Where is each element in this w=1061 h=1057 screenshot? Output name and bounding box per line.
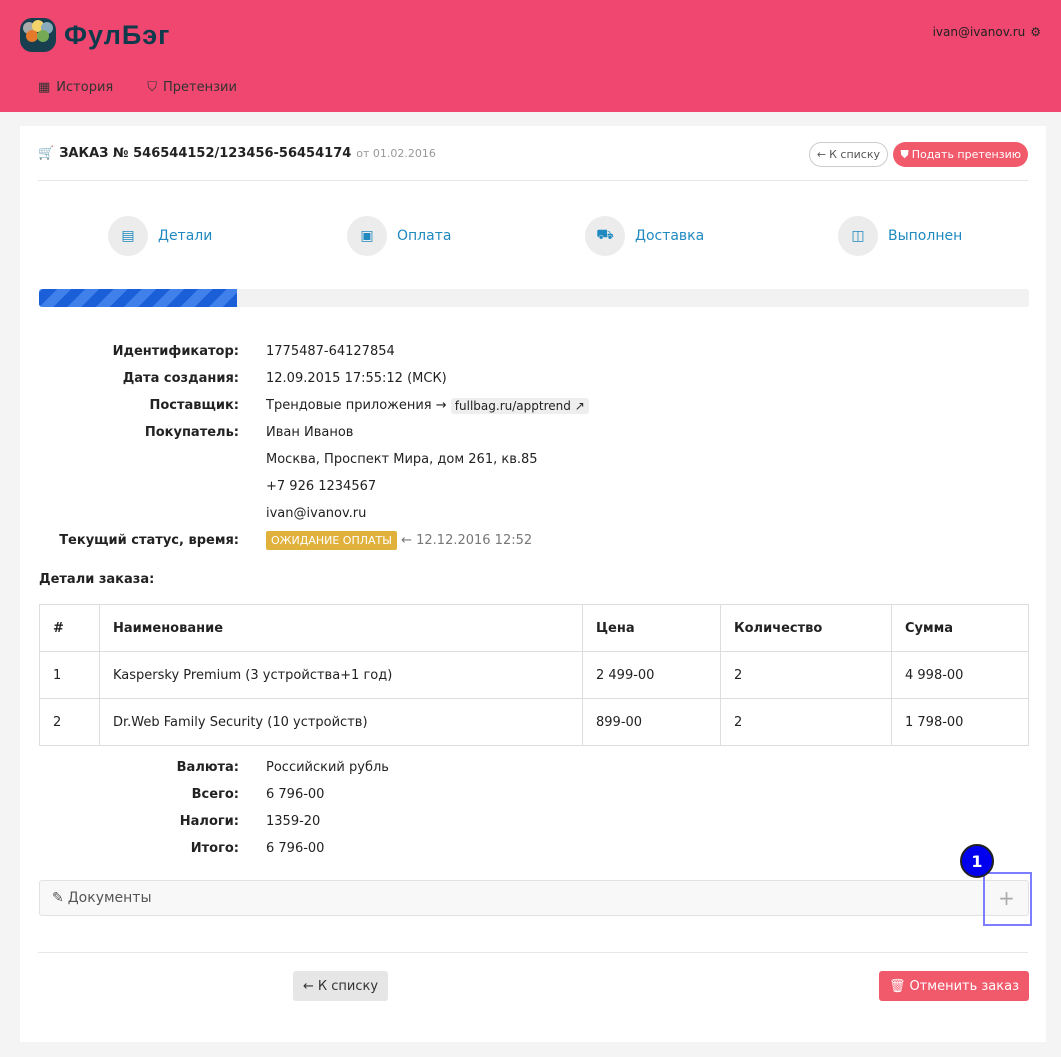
buyer-name: Иван Иванов bbox=[266, 425, 353, 440]
step-delivery[interactable]: ⛟ Доставка bbox=[585, 216, 704, 256]
column-header: # bbox=[40, 605, 100, 652]
field-label: Текущий статус, время: bbox=[20, 533, 266, 548]
shield-icon: ⛊ bbox=[900, 148, 908, 162]
field-label: Итого: bbox=[20, 841, 266, 856]
step-payment[interactable]: ▣ Оплата bbox=[347, 216, 451, 256]
cell: 2 bbox=[721, 699, 892, 746]
step-label: Детали bbox=[158, 228, 212, 244]
user-email: ivan@ivanov.ru bbox=[933, 25, 1026, 39]
order-items-table: #НаименованиеЦенаКоличествоСумма 1Kasper… bbox=[39, 604, 1029, 746]
step-label: Оплата bbox=[397, 228, 451, 244]
column-header: Количество bbox=[721, 605, 892, 652]
tax: 1359-20 bbox=[266, 814, 320, 829]
logo[interactable]: ФулБэг bbox=[20, 18, 170, 52]
documents-label: Документы bbox=[68, 890, 152, 906]
column-header: Цена bbox=[583, 605, 721, 652]
cell: 4 998-00 bbox=[892, 652, 1029, 699]
progress-fill bbox=[39, 289, 237, 307]
buyer-address: Москва, Проспект Мира, дом 261, кв.85 bbox=[266, 452, 538, 467]
brand-name: ФулБэг bbox=[64, 20, 170, 51]
calendar-icon: ▦ bbox=[38, 80, 50, 95]
file-claim-button[interactable]: ⛊ Подать претензию bbox=[893, 142, 1028, 167]
step-details[interactable]: ▤ Детали bbox=[108, 216, 212, 256]
order-progress-bar bbox=[39, 289, 1029, 307]
edit-icon: ✎ bbox=[52, 890, 64, 906]
grand-total: 6 796-00 bbox=[266, 841, 324, 856]
order-info: Идентификатор:1775487-64127854 Дата созд… bbox=[20, 338, 620, 554]
cash-register-icon: ▣ bbox=[347, 216, 387, 256]
arrow-left-icon: ← bbox=[817, 148, 826, 161]
box-icon: ◫ bbox=[838, 216, 878, 256]
button-label: Подать претензию bbox=[912, 148, 1021, 161]
field-label: Покупатель: bbox=[20, 425, 266, 440]
cancel-order-button[interactable]: 🗑Отменить заказ bbox=[879, 971, 1029, 1001]
currency: Российский рубль bbox=[266, 760, 389, 775]
annotation-marker: 1 bbox=[960, 844, 994, 878]
status-time: ← 12.12.2016 12:52 bbox=[401, 533, 532, 548]
subtotal: 6 796-00 bbox=[266, 787, 324, 802]
top-bar: ФулБэг ivan@ivanov.ru ⚙ ▦ История ⛉ Претенз… bbox=[0, 0, 1061, 112]
field-label: Дата создания: bbox=[20, 371, 266, 386]
cell: 2 499-00 bbox=[583, 652, 721, 699]
field-label: Поставщик: bbox=[20, 398, 266, 413]
supplier: Трендовые приложения → bbox=[266, 398, 447, 413]
cell: 1 798-00 bbox=[892, 699, 1029, 746]
divider bbox=[38, 952, 1028, 953]
field-label: Валюта: bbox=[20, 760, 266, 775]
highlight-box bbox=[983, 872, 1032, 926]
cart-icon: 🛒 bbox=[38, 146, 54, 161]
button-label: К списку bbox=[829, 148, 880, 161]
field-label: Идентификатор: bbox=[20, 344, 266, 359]
shield-icon: ⛉ bbox=[147, 80, 157, 95]
field-label: Всего: bbox=[20, 787, 266, 802]
external-link-icon: ↗ bbox=[575, 399, 585, 413]
trash-icon: 🗑 bbox=[889, 979, 906, 994]
column-header: Наименование bbox=[100, 605, 583, 652]
gear-icon[interactable]: ⚙ bbox=[1030, 25, 1041, 39]
cell: 899-00 bbox=[583, 699, 721, 746]
cell: 2 bbox=[40, 699, 100, 746]
column-header: Сумма bbox=[892, 605, 1029, 652]
table-row: 2Dr.Web Family Security (10 устройств)89… bbox=[40, 699, 1029, 746]
status-badge: ОЖИДАНИЕ ОПЛАТЫ bbox=[266, 531, 397, 550]
documents-panel[interactable]: ✎Документы + bbox=[39, 880, 1029, 916]
back-to-list-footer-button[interactable]: ← К списку bbox=[293, 971, 388, 1001]
step-label: Выполнен bbox=[888, 228, 962, 244]
buyer-email: ivan@ivanov.ru bbox=[266, 506, 366, 521]
created-date: 12.09.2015 17:55:12 (МСК) bbox=[266, 371, 447, 386]
button-label: К списку bbox=[318, 979, 378, 994]
nav-claims[interactable]: ⛉ Претензии bbox=[147, 80, 237, 95]
back-to-list-button[interactable]: ←К списку bbox=[809, 142, 888, 167]
field-label: Налоги: bbox=[20, 814, 266, 829]
order-number: ЗАКАЗ № 546544152/123456-56454174 bbox=[59, 146, 351, 161]
link-text: fullbag.ru/apptrend bbox=[455, 399, 571, 413]
button-label: Отменить заказ bbox=[909, 979, 1019, 994]
nav-label: Претензии bbox=[163, 80, 237, 95]
cell: Dr.Web Family Security (10 устройств) bbox=[100, 699, 583, 746]
logo-icon bbox=[20, 18, 56, 52]
nav-history[interactable]: ▦ История bbox=[38, 80, 113, 95]
nav-label: История bbox=[56, 80, 113, 95]
user-menu[interactable]: ivan@ivanov.ru ⚙ bbox=[933, 25, 1041, 39]
section-title: Детали заказа: bbox=[39, 572, 154, 587]
cell: Kaspersky Premium (3 устройства+1 год) bbox=[100, 652, 583, 699]
table-header: #НаименованиеЦенаКоличествоСумма bbox=[40, 605, 1029, 652]
cell: 1 bbox=[40, 652, 100, 699]
step-completed[interactable]: ◫ Выполнен bbox=[838, 216, 962, 256]
document-icon: ▤ bbox=[108, 216, 148, 256]
order-date: от 01.02.2016 bbox=[356, 147, 436, 160]
table-row: 1Kaspersky Premium (3 устройства+1 год)2… bbox=[40, 652, 1029, 699]
order-id: 1775487-64127854 bbox=[266, 344, 395, 359]
arrow-left-icon: ← bbox=[303, 979, 314, 994]
order-card: 🛒 ЗАКАЗ № 546544152/123456-56454174 от 01.… bbox=[20, 126, 1046, 1042]
truck-icon: ⛟ bbox=[585, 216, 625, 256]
step-label: Доставка bbox=[635, 228, 704, 244]
order-totals: Валюта:Российский рубль Всего:6 796-00 Н… bbox=[20, 754, 620, 862]
cell: 2 bbox=[721, 652, 892, 699]
buyer-phone: +7 926 1234567 bbox=[266, 479, 376, 494]
supplier-link[interactable]: fullbag.ru/apptrend ↗ bbox=[451, 398, 589, 414]
